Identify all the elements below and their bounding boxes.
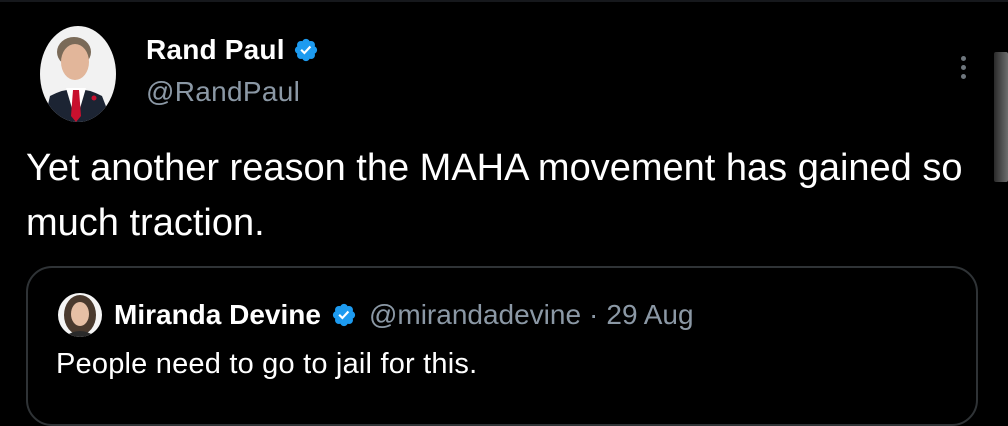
quoted-tweet-text: People need to go to jail for this. [56,348,478,380]
more-options-button[interactable] [950,50,976,84]
quoted-author-display-name[interactable]: Miranda Devine [114,299,321,331]
more-vertical-icon-dot [960,73,966,79]
verified-badge-icon [293,37,319,63]
portrait-avatar-icon [58,293,102,337]
more-vertical-icon-dot [960,64,966,70]
more-vertical-icon [960,55,966,61]
tweet-author: Rand Paul @RandPaul [146,32,319,108]
quoted-author-handle[interactable]: @mirandadevine [369,299,581,331]
portrait-avatar-icon [40,26,116,122]
quoted-tweet-card[interactable]: Miranda Devine @mirandadevine · 29 Aug P… [26,266,978,426]
quoted-tweet-date[interactable]: 29 Aug [606,299,693,331]
quoted-tweet-header: Miranda Devine @mirandadevine · 29 Aug [58,293,694,337]
tweet-text: Yet another reason the MAHA movement has… [26,147,963,244]
top-divider [0,0,1008,2]
author-display-name[interactable]: Rand Paul [146,34,285,66]
quoted-author-avatar[interactable] [58,293,102,337]
dot-separator: · [589,299,599,330]
author-name-row: Rand Paul [146,32,319,68]
verified-badge-icon [331,302,357,328]
author-avatar[interactable] [40,26,116,122]
author-handle[interactable]: @RandPaul [146,76,319,108]
scrollbar-thumb[interactable] [994,52,1008,182]
